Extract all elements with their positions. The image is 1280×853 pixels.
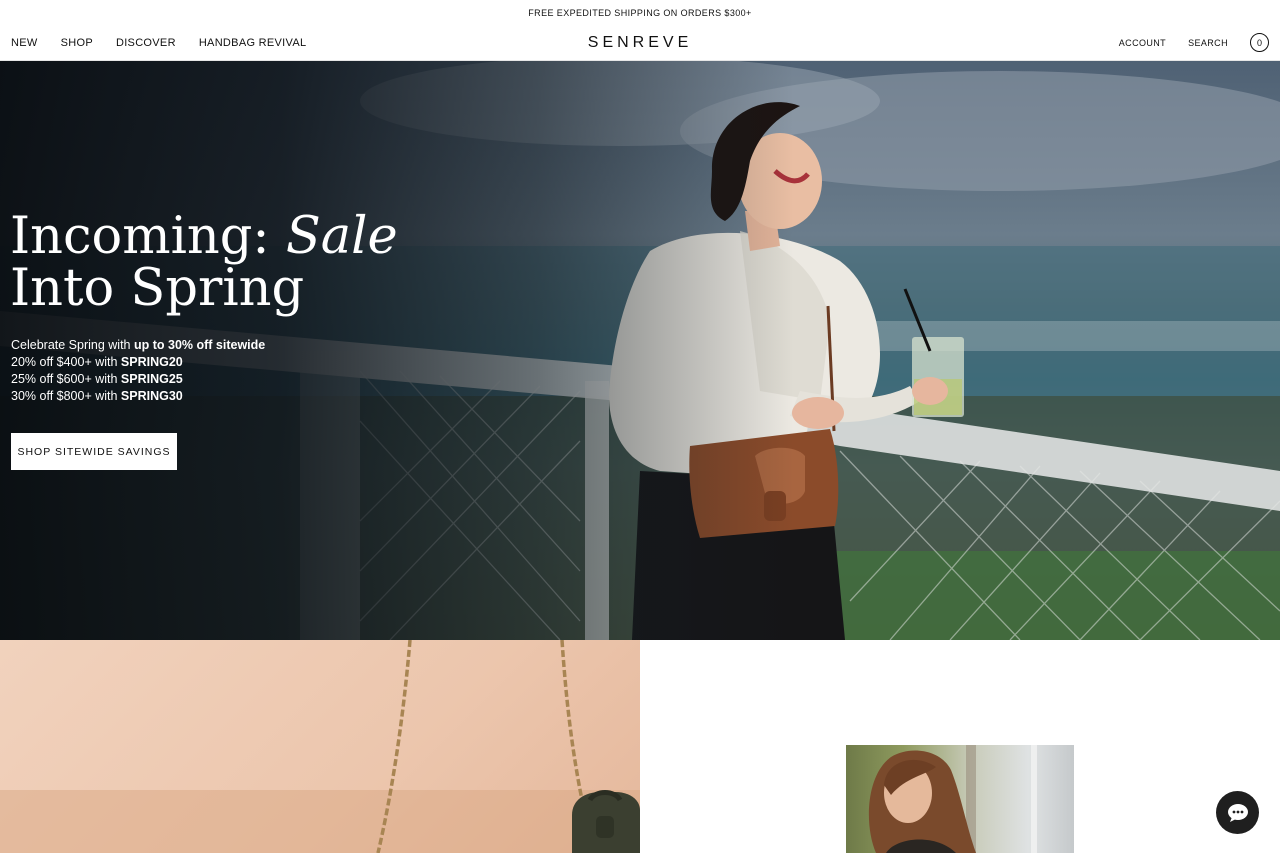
promo-intro: Celebrate Spring with up to 30% off site…: [11, 337, 265, 354]
featured-bag-panel[interactable]: [0, 640, 640, 853]
promo-offer-text: 25% off $600+ with: [11, 372, 121, 386]
brand-logo[interactable]: SENREVE: [540, 26, 740, 59]
hero-heading: Incoming: Sale Into Spring: [10, 211, 510, 315]
promo-offer-text: 20% off $400+ with: [11, 355, 121, 369]
promo-offer: 25% off $600+ with SPRING25: [11, 371, 265, 388]
promo-intro-highlight: up to 30% off sitewide: [133, 338, 266, 352]
hero-heading-italic: Sale: [285, 207, 398, 266]
search-link[interactable]: SEARCH: [1188, 38, 1228, 48]
nav-link-shop[interactable]: SHOP: [61, 37, 93, 49]
promo-offer-text: 30% off $800+ with: [11, 389, 121, 403]
announcement-bar: FREE EXPEDITED SHIPPING ON ORDERS $300+: [0, 0, 1280, 26]
announcement-text: FREE EXPEDITED SHIPPING ON ORDERS $300+: [528, 8, 752, 18]
nav-link-handbag-revival[interactable]: HANDBAG REVIVAL: [199, 37, 307, 49]
hero-banner: Incoming: Sale Into Spring Celebrate Spr…: [0, 61, 1280, 640]
cart-count-icon[interactable]: 0: [1250, 33, 1269, 52]
hero-heading-part1: Incoming:: [10, 207, 286, 266]
promo-code: SPRING30: [120, 389, 183, 403]
story-thumbnail[interactable]: [846, 745, 1074, 853]
promo-details: Celebrate Spring with up to 30% off site…: [11, 337, 265, 405]
primary-menu: NEW SHOP DISCOVER HANDBAG REVIVAL: [11, 26, 306, 59]
nav-link-new[interactable]: NEW: [11, 37, 38, 49]
chat-bubble-icon[interactable]: [1216, 791, 1259, 834]
promo-code: SPRING20: [120, 355, 183, 369]
woman-portrait-photo: [868, 745, 1037, 853]
nav-link-discover[interactable]: DISCOVER: [116, 37, 176, 49]
promo-offer: 30% off $800+ with SPRING30: [11, 388, 265, 405]
account-link[interactable]: ACCOUNT: [1119, 38, 1166, 48]
shop-sitewide-savings-button[interactable]: SHOP SITEWIDE SAVINGS: [11, 433, 177, 470]
promo-code: SPRING25: [120, 372, 183, 386]
bag-product-photo: [0, 640, 640, 853]
chat-icon-glyph: [1227, 803, 1248, 822]
utility-menu: ACCOUNT SEARCH 0: [1119, 26, 1269, 59]
main-navigation: NEW SHOP DISCOVER HANDBAG REVIVAL SENREV…: [0, 26, 1280, 61]
featured-story-panel: [640, 640, 1280, 853]
promo-intro-text: Celebrate Spring with: [11, 338, 134, 352]
hero-heading-line2: Into Spring: [10, 259, 305, 318]
cart-count: 0: [1256, 37, 1262, 48]
promo-offer: 20% off $400+ with SPRING20: [11, 354, 265, 371]
